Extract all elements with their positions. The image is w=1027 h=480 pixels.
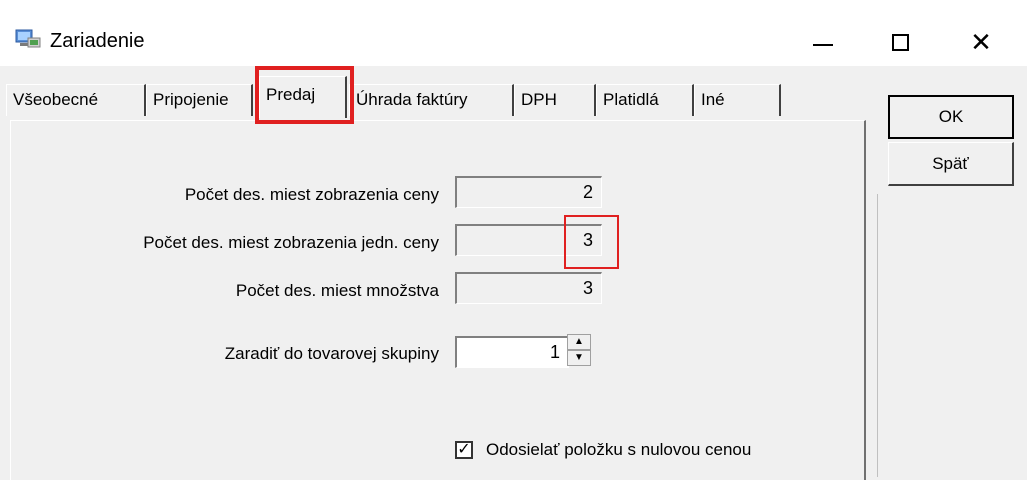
title-bar[interactable]: Zariadenie ✕ [0,0,1027,66]
minimize-icon [813,44,833,46]
caret-down-icon: ▼ [574,352,584,363]
tab-uhrada-faktury[interactable]: Úhrada faktúry [349,84,514,116]
spin-up-button[interactable]: ▲ [567,334,591,350]
tab-dph[interactable]: DPH [514,84,596,116]
product-group-spinner[interactable]: ▲ ▼ [567,334,593,368]
close-icon: ✕ [970,27,992,57]
unit-price-decimals-field[interactable]: 3 [455,224,602,256]
ok-button[interactable]: OK [888,95,1014,139]
tab-platidla[interactable]: Platidlá [596,84,694,116]
close-button[interactable]: ✕ [958,20,1004,64]
back-button[interactable]: Späť [888,142,1014,186]
minimize-button[interactable] [800,20,846,64]
maximize-button[interactable] [877,20,923,64]
spin-down-button[interactable]: ▼ [567,350,591,366]
product-group-label: Zaradiť do tovarovej skupiny [224,344,439,363]
price-decimals-label: Počet des. miest zobrazenia ceny [184,185,439,204]
window-title: Zariadenie [50,30,145,52]
product-group-input[interactable]: 1 [455,336,569,368]
unit-price-decimals-label: Počet des. miest zobrazenia jedn. ceny [143,233,439,252]
price-decimals-field[interactable]: 2 [455,176,602,208]
tab-pripojenie[interactable]: Pripojenie [146,84,253,116]
send-zero-price-checkbox[interactable]: ✓ [455,441,473,459]
quantity-decimals-label: Počet des. miest množstva [235,281,439,300]
caret-up-icon: ▲ [574,336,584,347]
send-zero-price-label[interactable]: Odosielať položku s nulovou cenou [486,439,751,461]
check-icon: ✓ [457,441,471,458]
divider [877,194,878,477]
dialog-window: Zariadenie ✕ Všeobecné Pripojenie Predaj… [0,0,1027,480]
computer-network-icon [15,29,41,48]
maximize-icon [891,33,909,51]
tab-ine[interactable]: Iné [694,84,781,116]
tab-predaj[interactable]: Predaj [259,76,347,118]
quantity-decimals-field[interactable]: 3 [455,272,602,304]
tab-vseobecne[interactable]: Všeobecné [6,84,146,116]
